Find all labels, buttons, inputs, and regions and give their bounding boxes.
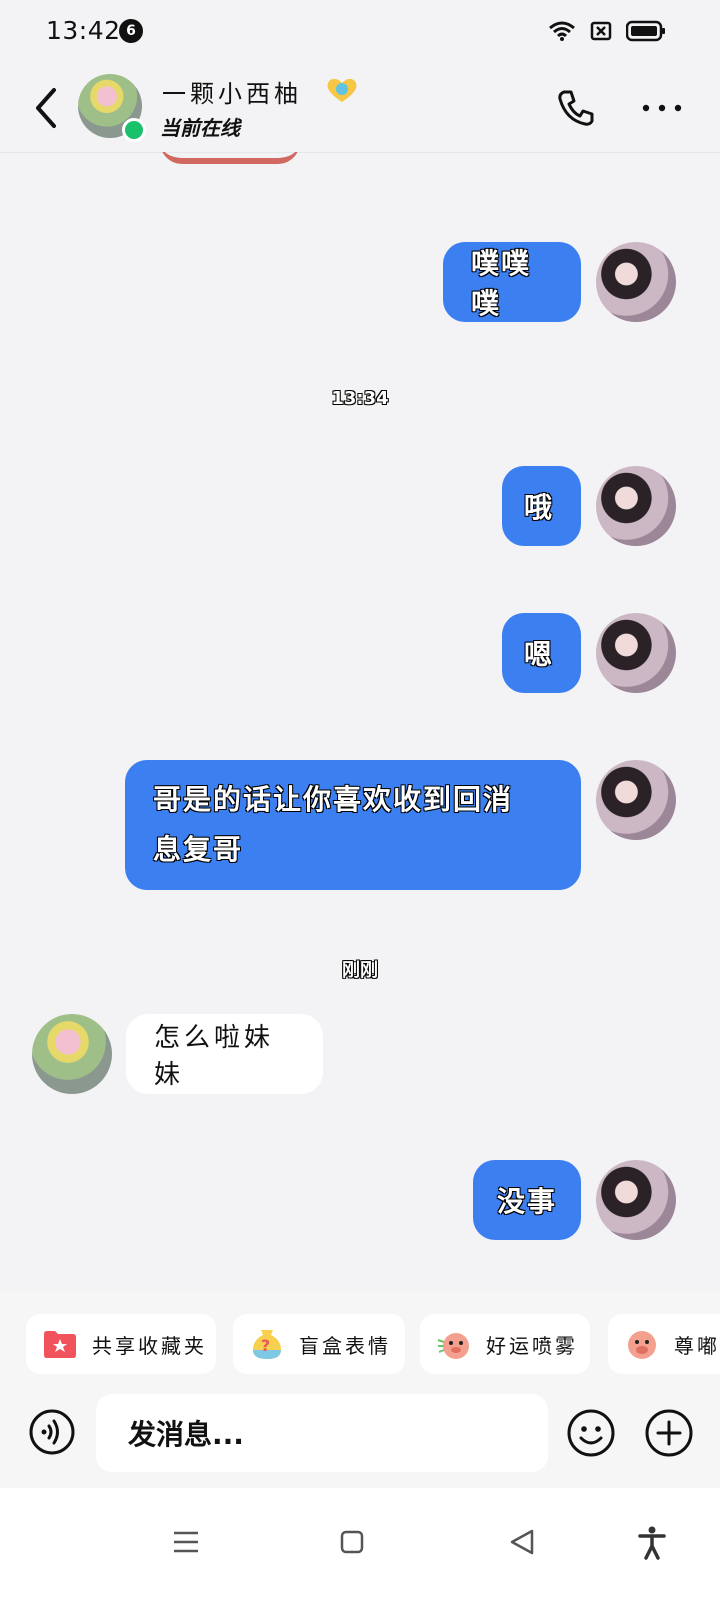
message-text: 怎么啦妹妹 [154,1023,275,1090]
my-avatar[interactable] [596,760,676,840]
message-bubble-outgoing[interactable]: 噗噗噗 [443,242,581,322]
folder-star-icon [44,1331,76,1358]
lucky-spray-icon [437,1333,469,1359]
my-avatar[interactable] [596,613,676,693]
message-list[interactable]: 噗噗噗 13:34 哦 嗯 哥是的话让你喜欢收到回消息复哥 刚刚 怎么啦妹妹 没… [0,152,720,1292]
battery-icon [626,20,665,42]
voice-input-icon[interactable] [28,1408,76,1456]
message-text: 噗噗噗 [471,247,532,320]
no-sim-icon [590,21,612,41]
emoji-icon[interactable] [566,1408,616,1458]
message-input-placeholder: 发消息... [128,1418,244,1451]
message-text: 嗯 [524,638,555,671]
contact-message-avatar[interactable] [32,1014,112,1094]
quick-action-zundu[interactable]: 尊嘟 [608,1314,720,1374]
wifi-icon [549,21,575,41]
accessibility-icon[interactable] [634,1524,670,1560]
contact-status: 当前在线 [160,116,240,140]
add-attachment-icon[interactable] [644,1408,694,1458]
sticker-image[interactable] [160,152,300,164]
my-avatar[interactable] [596,1160,676,1240]
home-icon[interactable] [334,1524,370,1560]
quick-action-bar[interactable]: 共享收藏夹 ? 盲盒表情 好运喷雾 尊嘟 [0,1292,720,1392]
pig-face-icon [628,1331,656,1359]
message-input-bar: 发消息... [0,1392,720,1488]
notification-count-badge: 6 [119,19,143,43]
menu-icon[interactable] [168,1524,204,1560]
quick-action-label: 好运喷雾 [486,1333,578,1358]
message-bubble-outgoing[interactable]: 嗯 [502,613,581,693]
quick-action-label: 盲盒表情 [299,1333,391,1358]
status-icons [548,20,666,42]
phone-call-icon[interactable] [556,88,596,128]
my-avatar[interactable] [596,466,676,546]
my-avatar[interactable] [596,242,676,322]
svg-text:?: ? [261,1336,273,1355]
mystery-bag-icon: ? [253,1330,281,1359]
message-text: 哥是的话让你喜欢收到回消息复哥 [153,783,514,866]
quick-action-shared-favorites[interactable]: 共享收藏夹 [26,1314,216,1374]
message-text: 哦 [524,491,555,524]
message-bubble-outgoing[interactable]: 哦 [502,466,581,546]
chat-header: 一颗小西柚 当前在线 [0,64,720,153]
message-bubble-outgoing[interactable]: 哥是的话让你喜欢收到回消息复哥 [125,760,581,890]
quick-action-blind-box[interactable]: ? 盲盒表情 [233,1314,405,1374]
message-bubble-outgoing[interactable]: 没事 [473,1160,581,1240]
timestamp-label: 13:34 [331,388,389,409]
status-time: 13:42 [46,16,121,45]
system-navigation-bar [0,1488,720,1600]
status-bar: 13:42 6 [0,0,720,64]
online-indicator [122,118,146,142]
back-nav-icon[interactable] [504,1524,540,1560]
back-icon[interactable] [30,84,64,132]
friendship-heart-icon[interactable] [326,76,358,104]
message-text: 没事 [497,1185,558,1218]
message-bubble-incoming[interactable]: 怎么啦妹妹 [126,1014,323,1094]
quick-action-label: 共享收藏夹 [92,1333,207,1358]
quick-action-lucky-spray[interactable]: 好运喷雾 [420,1314,590,1374]
timestamp-label: 刚刚 [342,960,378,981]
contact-name[interactable]: 一颗小西柚 [162,74,302,109]
more-options-icon[interactable] [642,102,682,114]
quick-action-label: 尊嘟 [674,1333,720,1358]
message-input[interactable]: 发消息... [96,1394,548,1472]
